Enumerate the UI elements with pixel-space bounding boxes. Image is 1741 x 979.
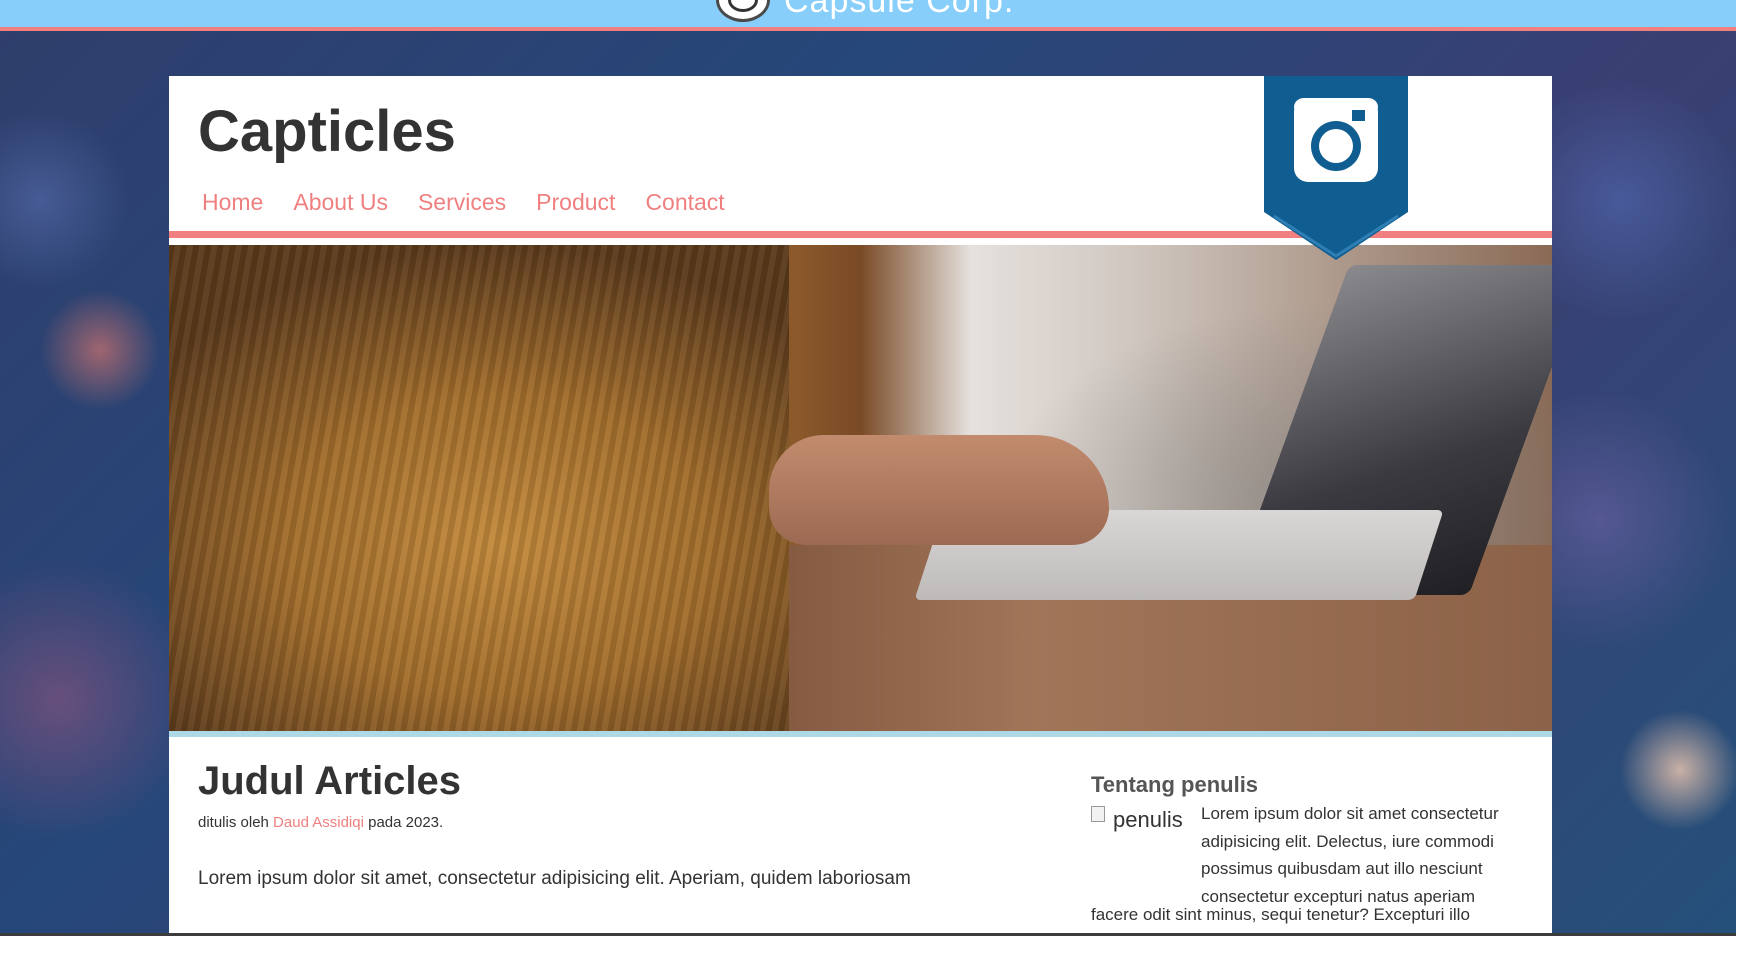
instagram-badge[interactable]	[1264, 76, 1408, 272]
aside-text: Lorem ipsum dolor sit amet consectetur a…	[1201, 804, 1499, 906]
bottom-divider	[0, 933, 1736, 936]
hero-image	[169, 245, 1552, 737]
author-link[interactable]: Daud Assidiqi	[273, 814, 364, 831]
aside-text-tail: facere odit sint minus, sequi tenetur? E…	[1091, 905, 1470, 924]
nav-home[interactable]: Home	[202, 188, 263, 216]
article-body: Lorem ipsum dolor sit amet, consectetur …	[198, 868, 911, 889]
article-byline: ditulis oleh Daud Assidiqi pada 2023.	[198, 814, 444, 831]
article-title: Judul Articles	[198, 759, 462, 803]
broken-image-icon	[1091, 806, 1105, 822]
capsule-logo-icon[interactable]	[716, 0, 770, 22]
site-brand[interactable]: Capticles	[198, 98, 456, 165]
instagram-icon	[1294, 98, 1378, 182]
aside-title: Tentang penulis	[1091, 772, 1259, 797]
author-image-alt: penulis	[1113, 807, 1183, 832]
nav-product[interactable]: Product	[536, 188, 615, 216]
nav-contact[interactable]: Contact	[645, 188, 724, 216]
main-container: Capticles Home About Us Services Product…	[169, 76, 1552, 933]
nav-about-us[interactable]: About Us	[293, 188, 388, 216]
main-nav: Home About Us Services Product Contact	[202, 188, 755, 216]
top-bar: Capsule Corp.	[0, 0, 1736, 31]
nav-services[interactable]: Services	[418, 188, 506, 216]
topbar-title: Capsule Corp.	[784, 0, 1015, 20]
author-image: penulis	[1091, 803, 1189, 843]
article-section: Judul Articles ditulis oleh Daud Assidiq…	[169, 737, 1552, 933]
